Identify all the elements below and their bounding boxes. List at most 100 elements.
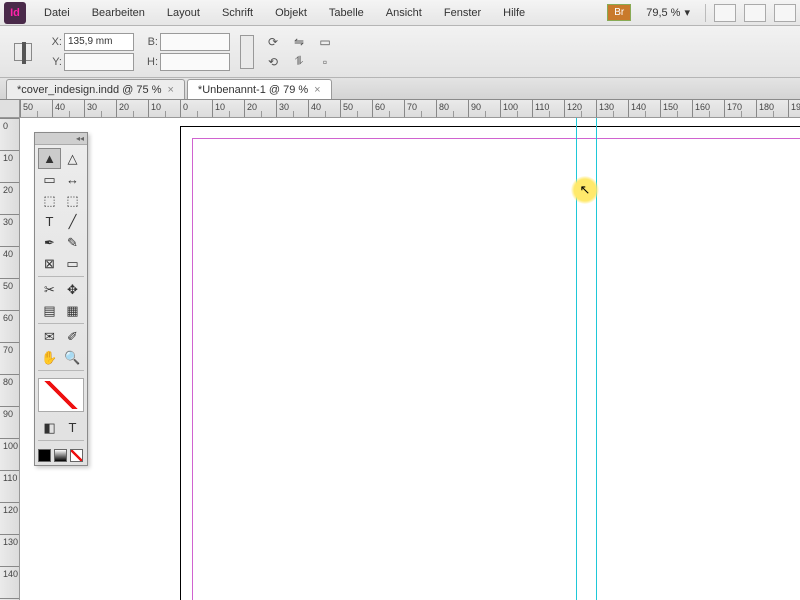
apply-gradient[interactable] bbox=[54, 449, 67, 462]
doc-tab-label: *cover_indesign.indd @ 75 % bbox=[17, 84, 161, 96]
rotate-ccw-icon[interactable]: ⟲ bbox=[264, 54, 282, 70]
horizontal-ruler[interactable]: 5040302010010203040506070809010011012013… bbox=[20, 100, 800, 118]
workspace: 5040302010010203040506070809010011012013… bbox=[0, 100, 800, 600]
ruler-tick: 120 bbox=[564, 100, 596, 117]
hand-tool[interactable]: ✋ bbox=[38, 347, 61, 368]
x-field[interactable]: 135,9 mm bbox=[64, 33, 134, 51]
type-tool[interactable]: T bbox=[38, 211, 61, 232]
apply-none[interactable] bbox=[70, 449, 83, 462]
ruler-tick: 170 bbox=[724, 100, 756, 117]
vertical-ruler[interactable]: 0102030405060708090100110120130140150 bbox=[0, 118, 20, 600]
margin-guide bbox=[192, 138, 800, 600]
gradient-swatch-tool[interactable]: ▤ bbox=[38, 300, 61, 321]
menu-tabelle[interactable]: Tabelle bbox=[319, 3, 374, 23]
note-tool[interactable]: ✉ bbox=[38, 326, 61, 347]
menu-hilfe[interactable]: Hilfe bbox=[493, 3, 535, 23]
menu-bar: Id Datei Bearbeiten Layout Schrift Objek… bbox=[0, 0, 800, 26]
fill-stroke-proxy[interactable] bbox=[38, 378, 84, 412]
pen-tool[interactable]: ✒ bbox=[38, 232, 61, 253]
page-tool[interactable]: ▭ bbox=[38, 169, 61, 190]
ruler-tick: 80 bbox=[436, 100, 468, 117]
ruler-tick: 10 bbox=[0, 150, 19, 182]
ruler-tick: 40 bbox=[0, 246, 19, 278]
scissors-tool[interactable]: ✂ bbox=[38, 279, 61, 300]
ruler-tick: 70 bbox=[0, 342, 19, 374]
constrain-proportions-icon[interactable] bbox=[240, 35, 254, 69]
y-label: Y: bbox=[48, 56, 62, 68]
menu-objekt[interactable]: Objekt bbox=[265, 3, 317, 23]
apply-color[interactable] bbox=[38, 449, 51, 462]
ruler-tick: 0 bbox=[180, 100, 212, 117]
default-fill-stroke[interactable]: ◧ bbox=[38, 417, 61, 438]
ruler-tick: 20 bbox=[0, 182, 19, 214]
ruler-tick: 80 bbox=[0, 374, 19, 406]
view-options-icon[interactable] bbox=[714, 4, 736, 22]
menu-ansicht[interactable]: Ansicht bbox=[376, 3, 432, 23]
ruler-tick: 10 bbox=[148, 100, 180, 117]
ruler-tick: 60 bbox=[372, 100, 404, 117]
ruler-tick: 20 bbox=[116, 100, 148, 117]
flip-h-icon[interactable]: ⇋ bbox=[290, 34, 308, 50]
panel-collapse-icon[interactable]: ◂◂ bbox=[35, 133, 87, 145]
selection-tool[interactable]: ▲ bbox=[38, 148, 61, 169]
ruler-tick: 30 bbox=[276, 100, 308, 117]
canvas[interactable]: ↖ bbox=[20, 118, 800, 600]
ruler-tick: 0 bbox=[0, 118, 19, 150]
close-icon[interactable]: × bbox=[314, 84, 320, 96]
gap-tool[interactable]: ↔ bbox=[61, 169, 84, 190]
free-transform-tool[interactable]: ✥ bbox=[61, 279, 84, 300]
chevron-down-icon: ▾ bbox=[684, 6, 690, 19]
ruler-tick: 140 bbox=[628, 100, 660, 117]
zoom-level-text: 79,5 % bbox=[646, 7, 680, 19]
rectangle-frame-tool[interactable]: ⊠ bbox=[38, 253, 61, 274]
ruler-tick: 60 bbox=[0, 310, 19, 342]
content-collector-tool[interactable]: ⬚ bbox=[38, 190, 61, 211]
zoom-level-dropdown[interactable]: 79,5 % ▾ bbox=[639, 3, 697, 22]
content-placer-tool[interactable]: ⬚ bbox=[61, 190, 84, 211]
cursor-arrow-icon: ↖ bbox=[580, 182, 591, 198]
ruler-tick: 100 bbox=[500, 100, 532, 117]
formatting-affects-text[interactable]: T bbox=[61, 417, 84, 438]
tool-divider bbox=[38, 440, 84, 441]
menu-fenster[interactable]: Fenster bbox=[434, 3, 491, 23]
line-tool[interactable]: ╱ bbox=[61, 211, 84, 232]
screen-mode-icon[interactable] bbox=[744, 4, 766, 22]
ruler-tick: 120 bbox=[0, 502, 19, 534]
ruler-tick: 20 bbox=[244, 100, 276, 117]
ruler-tick: 100 bbox=[0, 438, 19, 470]
arrange-icon[interactable] bbox=[774, 4, 796, 22]
ruler-origin[interactable] bbox=[0, 100, 20, 118]
rotate-cw-icon[interactable]: ⟳ bbox=[264, 34, 282, 50]
x-label: X: bbox=[48, 36, 62, 48]
ruler-tick: 160 bbox=[692, 100, 724, 117]
ruler-tick: 10 bbox=[212, 100, 244, 117]
ruler-tick: 30 bbox=[0, 214, 19, 246]
bridge-button[interactable]: Br bbox=[607, 4, 631, 21]
y-field[interactable] bbox=[64, 53, 134, 71]
tool-divider bbox=[38, 276, 84, 277]
gradient-feather-tool[interactable]: ▦ bbox=[61, 300, 84, 321]
tool-divider bbox=[38, 370, 84, 371]
zoom-tool[interactable]: 🔍 bbox=[61, 347, 84, 368]
pencil-tool[interactable]: ✎ bbox=[61, 232, 84, 253]
menu-schrift[interactable]: Schrift bbox=[212, 3, 263, 23]
select-container-icon[interactable]: ▭ bbox=[316, 34, 334, 50]
flip-v-icon[interactable]: ⥮ bbox=[290, 54, 308, 70]
select-content-icon[interactable]: ▫ bbox=[316, 54, 334, 70]
reference-point-proxy[interactable] bbox=[14, 43, 32, 61]
menu-layout[interactable]: Layout bbox=[157, 3, 210, 23]
ruler-tick: 50 bbox=[20, 100, 52, 117]
tools-panel[interactable]: ◂◂ ▲ △ ▭ ↔ ⬚ ⬚ T ╱ ✒ ✎ ⊠ ▭ ✂ ✥ ▤ ▦ ✉ ✐ ✋… bbox=[34, 132, 88, 466]
menu-datei[interactable]: Datei bbox=[34, 3, 80, 23]
direct-selection-tool[interactable]: △ bbox=[61, 148, 84, 169]
ruler-tick: 130 bbox=[596, 100, 628, 117]
rectangle-tool[interactable]: ▭ bbox=[61, 253, 84, 274]
doc-tab-unbenannt[interactable]: *Unbenannt-1 @ 79 %× bbox=[187, 79, 332, 99]
ruler-tick: 110 bbox=[0, 470, 19, 502]
eyedropper-tool[interactable]: ✐ bbox=[61, 326, 84, 347]
doc-tab-cover[interactable]: *cover_indesign.indd @ 75 % × bbox=[6, 79, 185, 99]
width-field[interactable] bbox=[160, 33, 230, 51]
height-field[interactable] bbox=[160, 53, 230, 71]
close-icon[interactable]: × bbox=[167, 84, 173, 96]
menu-bearbeiten[interactable]: Bearbeiten bbox=[82, 3, 155, 23]
